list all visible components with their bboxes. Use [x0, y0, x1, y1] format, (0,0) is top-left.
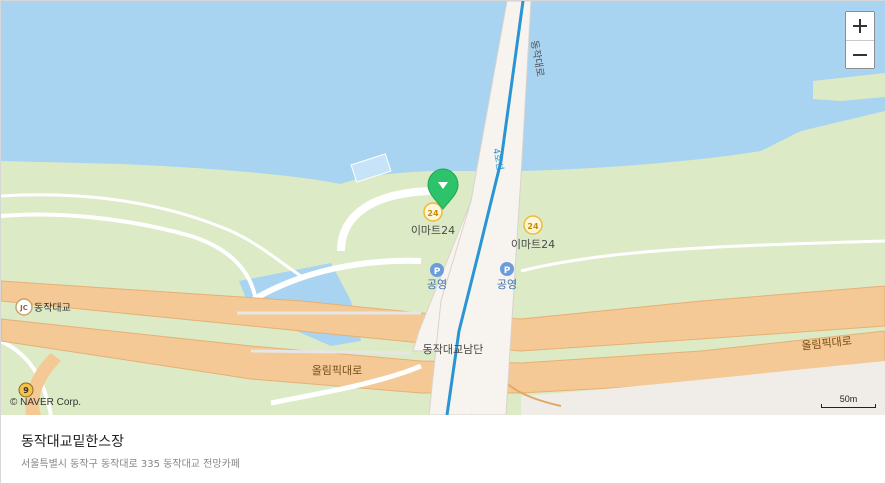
scale-label: 50m	[839, 394, 858, 404]
map-graphic[interactable]: 동작대로 4호선 24 이마트24 24 이마트24 P 공영 P 공영 JC …	[1, 1, 885, 415]
route-badge-text: 9	[23, 386, 29, 395]
parking-icon-glyph: P	[434, 267, 441, 277]
poi-label-emart-right[interactable]: 이마트24	[511, 238, 555, 251]
zoom-out-button[interactable]	[846, 40, 874, 68]
bridge-south-label[interactable]: 동작대교남단	[423, 343, 484, 356]
scale-line	[821, 404, 876, 408]
expressway-label-left: 올림픽대로	[312, 364, 363, 377]
place-name[interactable]: 동작대교밑한스장	[21, 431, 124, 451]
store-badge-text: 24	[527, 222, 539, 231]
parking-icon-glyph: P	[504, 266, 511, 276]
scale-bar: 50m	[821, 394, 876, 408]
zoom-control	[845, 11, 875, 69]
poi-label-parking-left[interactable]: 공영	[427, 278, 447, 291]
zoom-in-button[interactable]	[846, 12, 874, 40]
poi-label-emart-left[interactable]: 이마트24	[411, 224, 455, 237]
map-canvas[interactable]: 동작대로 4호선 24 이마트24 24 이마트24 P 공영 P 공영 JC …	[1, 1, 885, 415]
place-info-panel: 동작대교밑한스장 서울특별시 동작구 동작대로 335 동작대교 전망카페	[1, 415, 885, 483]
minus-icon	[853, 54, 867, 56]
junction-label[interactable]: 동작대교	[34, 302, 71, 314]
store-badge-text: 24	[427, 209, 439, 218]
map-copyright[interactable]: © NAVER Corp.	[10, 397, 81, 408]
poi-label-parking-right[interactable]: 공영	[497, 278, 517, 291]
map-widget: 동작대로 4호선 24 이마트24 24 이마트24 P 공영 P 공영 JC …	[0, 0, 886, 484]
junction-badge-text: JC	[19, 304, 28, 312]
lane-divider	[250, 349, 412, 355]
plus-icon-vertical	[859, 19, 861, 33]
place-address: 서울특별시 동작구 동작대로 335 동작대교 전망카페	[21, 459, 240, 470]
